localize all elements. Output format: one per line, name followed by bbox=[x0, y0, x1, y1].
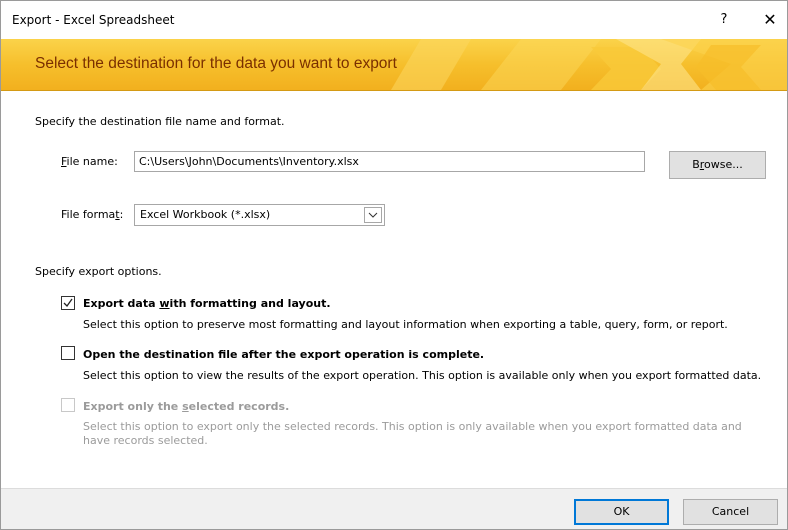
file-format-label: File format: bbox=[61, 208, 124, 221]
ok-button[interactable]: OK bbox=[574, 499, 669, 525]
options-section-label: Specify export options. bbox=[35, 265, 162, 278]
close-button[interactable]: ✕ bbox=[758, 10, 782, 30]
cancel-button[interactable]: Cancel bbox=[683, 499, 778, 525]
browse-button[interactable]: Browse... bbox=[669, 151, 766, 179]
export-formatting-description: Select this option to preserve most form… bbox=[83, 318, 728, 331]
header-banner: Select the destination for the data you … bbox=[1, 39, 787, 91]
checkmark-icon bbox=[63, 298, 73, 308]
file-format-select[interactable]: Excel Workbook (*.xlsx) bbox=[134, 204, 385, 226]
open-destination-checkbox[interactable] bbox=[61, 346, 75, 360]
selected-records-label: Export only the selected records. bbox=[83, 400, 290, 413]
export-formatting-checkbox[interactable] bbox=[61, 296, 75, 310]
footer bbox=[1, 489, 787, 529]
file-format-value: Excel Workbook (*.xlsx) bbox=[140, 208, 271, 221]
export-formatting-label: Export data with formatting and layout. bbox=[83, 297, 331, 310]
selected-records-checkbox bbox=[61, 398, 75, 412]
window-title: Export - Excel Spreadsheet bbox=[12, 13, 175, 27]
selected-records-description-line1: Select this option to export only the se… bbox=[83, 420, 742, 433]
file-name-input[interactable]: C:\Users\John\Documents\Inventory.xlsx bbox=[134, 151, 645, 172]
open-destination-description: Select this option to view the results o… bbox=[83, 369, 762, 382]
selected-records-description-line2: have records selected. bbox=[83, 434, 208, 447]
help-button[interactable]: ? bbox=[713, 10, 735, 30]
title-bar: Export - Excel Spreadsheet ? ✕ bbox=[1, 1, 787, 39]
chevron-down-icon[interactable] bbox=[364, 207, 382, 223]
destination-section-label: Specify the destination file name and fo… bbox=[35, 115, 285, 128]
file-name-label: File name: bbox=[61, 155, 118, 168]
open-destination-label: Open the destination file after the expo… bbox=[83, 348, 485, 361]
banner-heading: Select the destination for the data you … bbox=[35, 55, 397, 72]
export-dialog: Export - Excel Spreadsheet ? ✕ Select th… bbox=[0, 0, 788, 530]
